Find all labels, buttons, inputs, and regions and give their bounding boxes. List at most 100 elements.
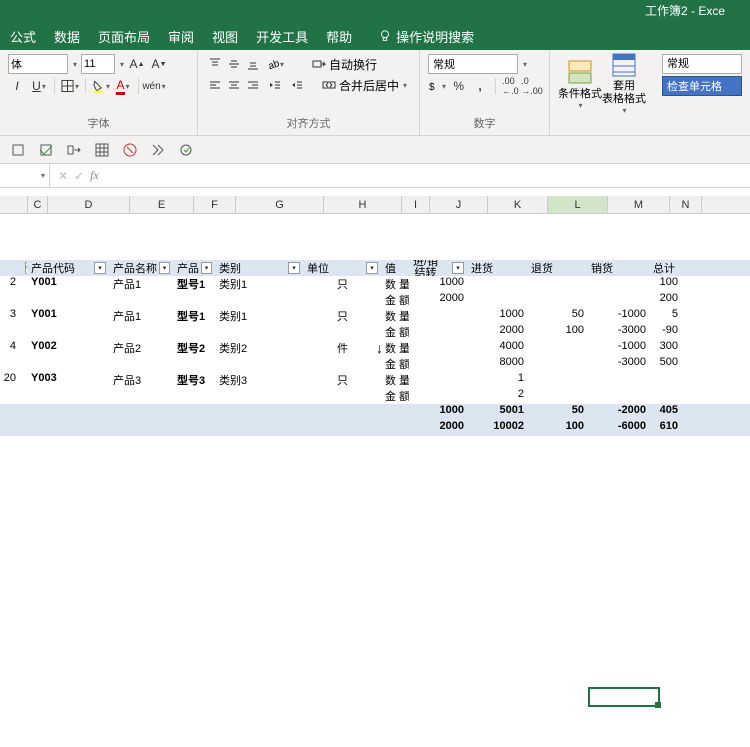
filter-button[interactable]: ▾ xyxy=(94,262,106,274)
cell[interactable] xyxy=(110,292,174,308)
cell[interactable] xyxy=(20,276,28,292)
cell-style-check[interactable]: 检查单元格 xyxy=(662,76,742,96)
cell[interactable] xyxy=(20,308,28,324)
cell[interactable]: 产品1 xyxy=(110,308,174,324)
cell[interactable] xyxy=(528,356,588,372)
cell[interactable]: Y001 xyxy=(28,308,110,324)
cell[interactable] xyxy=(304,356,382,372)
cell[interactable]: -1000 xyxy=(588,340,650,356)
col-i[interactable]: I xyxy=(402,196,430,213)
cell[interactable]: 50 xyxy=(528,308,588,324)
menu-view[interactable]: 视图 xyxy=(212,27,238,46)
cell[interactable] xyxy=(110,388,174,404)
cell[interactable] xyxy=(28,324,110,340)
cell[interactable]: 金 额 xyxy=(382,292,410,308)
comma-button[interactable]: , xyxy=(471,76,488,96)
cell[interactable]: 金 额 xyxy=(382,324,410,340)
filter-button[interactable]: ▾ xyxy=(366,262,378,274)
cell[interactable]: 2000 xyxy=(410,292,468,308)
qat-btn-7[interactable] xyxy=(176,140,196,160)
col-e[interactable]: E xyxy=(130,196,194,213)
cell[interactable] xyxy=(216,324,304,340)
cell[interactable]: 300 xyxy=(650,340,682,356)
cell-style-normal[interactable]: 常规 xyxy=(662,54,742,74)
filter-button[interactable]: ▾ xyxy=(201,262,212,274)
cell[interactable]: 只 xyxy=(304,276,382,292)
cell[interactable]: 1 xyxy=(468,372,528,388)
col-l[interactable]: L xyxy=(548,196,608,213)
cell[interactable]: 型号1 xyxy=(174,276,216,292)
cell[interactable] xyxy=(410,340,468,356)
underline-button[interactable]: U▾ xyxy=(30,76,48,96)
name-box[interactable]: ▾ xyxy=(0,164,50,187)
increase-decimal-button[interactable]: .00←.0 xyxy=(502,76,519,96)
cell[interactable] xyxy=(528,372,588,388)
accounting-format-button[interactable]: $▾ xyxy=(428,76,446,96)
cell[interactable] xyxy=(468,292,528,308)
cell[interactable] xyxy=(0,388,20,404)
align-middle-button[interactable] xyxy=(225,55,243,73)
conditional-format-button[interactable]: 条件格式 ▾ xyxy=(558,54,602,114)
cell[interactable] xyxy=(304,388,382,404)
cell[interactable] xyxy=(528,340,588,356)
decrease-indent-button[interactable] xyxy=(266,76,284,94)
qat-btn-6[interactable] xyxy=(148,140,168,160)
decrease-font-button[interactable]: A▼ xyxy=(150,54,168,74)
cell[interactable] xyxy=(304,324,382,340)
merge-center-button[interactable]: 合并后居中 ▾ xyxy=(322,77,407,94)
col-d[interactable]: D xyxy=(48,196,130,213)
cell[interactable]: -90 xyxy=(650,324,682,340)
wrap-text-button[interactable]: 自动换行 xyxy=(312,56,377,73)
cell[interactable] xyxy=(174,388,216,404)
cell[interactable] xyxy=(410,308,468,324)
cell[interactable]: 1000 xyxy=(468,308,528,324)
cell[interactable] xyxy=(410,388,468,404)
cell[interactable] xyxy=(588,292,650,308)
filter-button[interactable]: ▾ xyxy=(288,262,300,274)
cell[interactable] xyxy=(588,372,650,388)
qat-btn-2[interactable] xyxy=(36,140,56,160)
font-color-button[interactable]: A▾ xyxy=(114,76,132,96)
fx-icon[interactable]: fx xyxy=(90,168,99,183)
cell[interactable]: -3000 xyxy=(588,356,650,372)
cell[interactable] xyxy=(0,324,20,340)
chevron-down-icon[interactable]: ▾ xyxy=(73,60,77,69)
qat-btn-3[interactable] xyxy=(64,140,84,160)
italic-button[interactable]: I xyxy=(8,76,26,96)
percent-button[interactable]: % xyxy=(450,76,467,96)
cell[interactable]: 产品2 xyxy=(110,340,174,356)
cell[interactable]: 类别1 xyxy=(216,276,304,292)
cell[interactable]: 数 量 xyxy=(382,308,410,324)
cell[interactable]: 产品3 xyxy=(110,372,174,388)
cell[interactable] xyxy=(528,292,588,308)
cell[interactable]: 1000 xyxy=(410,276,468,292)
cell[interactable] xyxy=(528,276,588,292)
cell[interactable] xyxy=(20,388,28,404)
cell[interactable]: 2000 xyxy=(468,324,528,340)
cell[interactable]: -1000 xyxy=(588,308,650,324)
cell[interactable]: 200 xyxy=(650,292,682,308)
border-button[interactable]: ▾ xyxy=(61,76,79,96)
col-j[interactable]: J xyxy=(430,196,488,213)
cell[interactable]: 金 额 xyxy=(382,388,410,404)
cell[interactable] xyxy=(20,356,28,372)
cell[interactable] xyxy=(410,356,468,372)
increase-font-button[interactable]: A▲ xyxy=(128,54,146,74)
cell[interactable]: 金 额 xyxy=(382,356,410,372)
cell[interactable] xyxy=(588,276,650,292)
increase-indent-button[interactable] xyxy=(288,76,306,94)
qat-btn-1[interactable] xyxy=(8,140,28,160)
fill-color-button[interactable]: ▾ xyxy=(92,76,110,96)
menu-formulas[interactable]: 公式 xyxy=(10,27,36,46)
menu-help[interactable]: 帮助 xyxy=(326,27,352,46)
number-format-select[interactable] xyxy=(428,54,518,74)
tell-me-search[interactable]: 操作说明搜索 xyxy=(378,27,474,46)
cell[interactable]: -3000 xyxy=(588,324,650,340)
col-m[interactable]: M xyxy=(608,196,670,213)
chevron-down-icon[interactable]: ▾ xyxy=(523,60,527,69)
table-format-button[interactable]: 套用 表格格式 ▾ xyxy=(602,54,646,114)
cell[interactable]: 数 量 xyxy=(382,276,410,292)
cell[interactable]: 只 xyxy=(304,308,382,324)
cell[interactable]: 100 xyxy=(650,276,682,292)
cell[interactable] xyxy=(174,356,216,372)
